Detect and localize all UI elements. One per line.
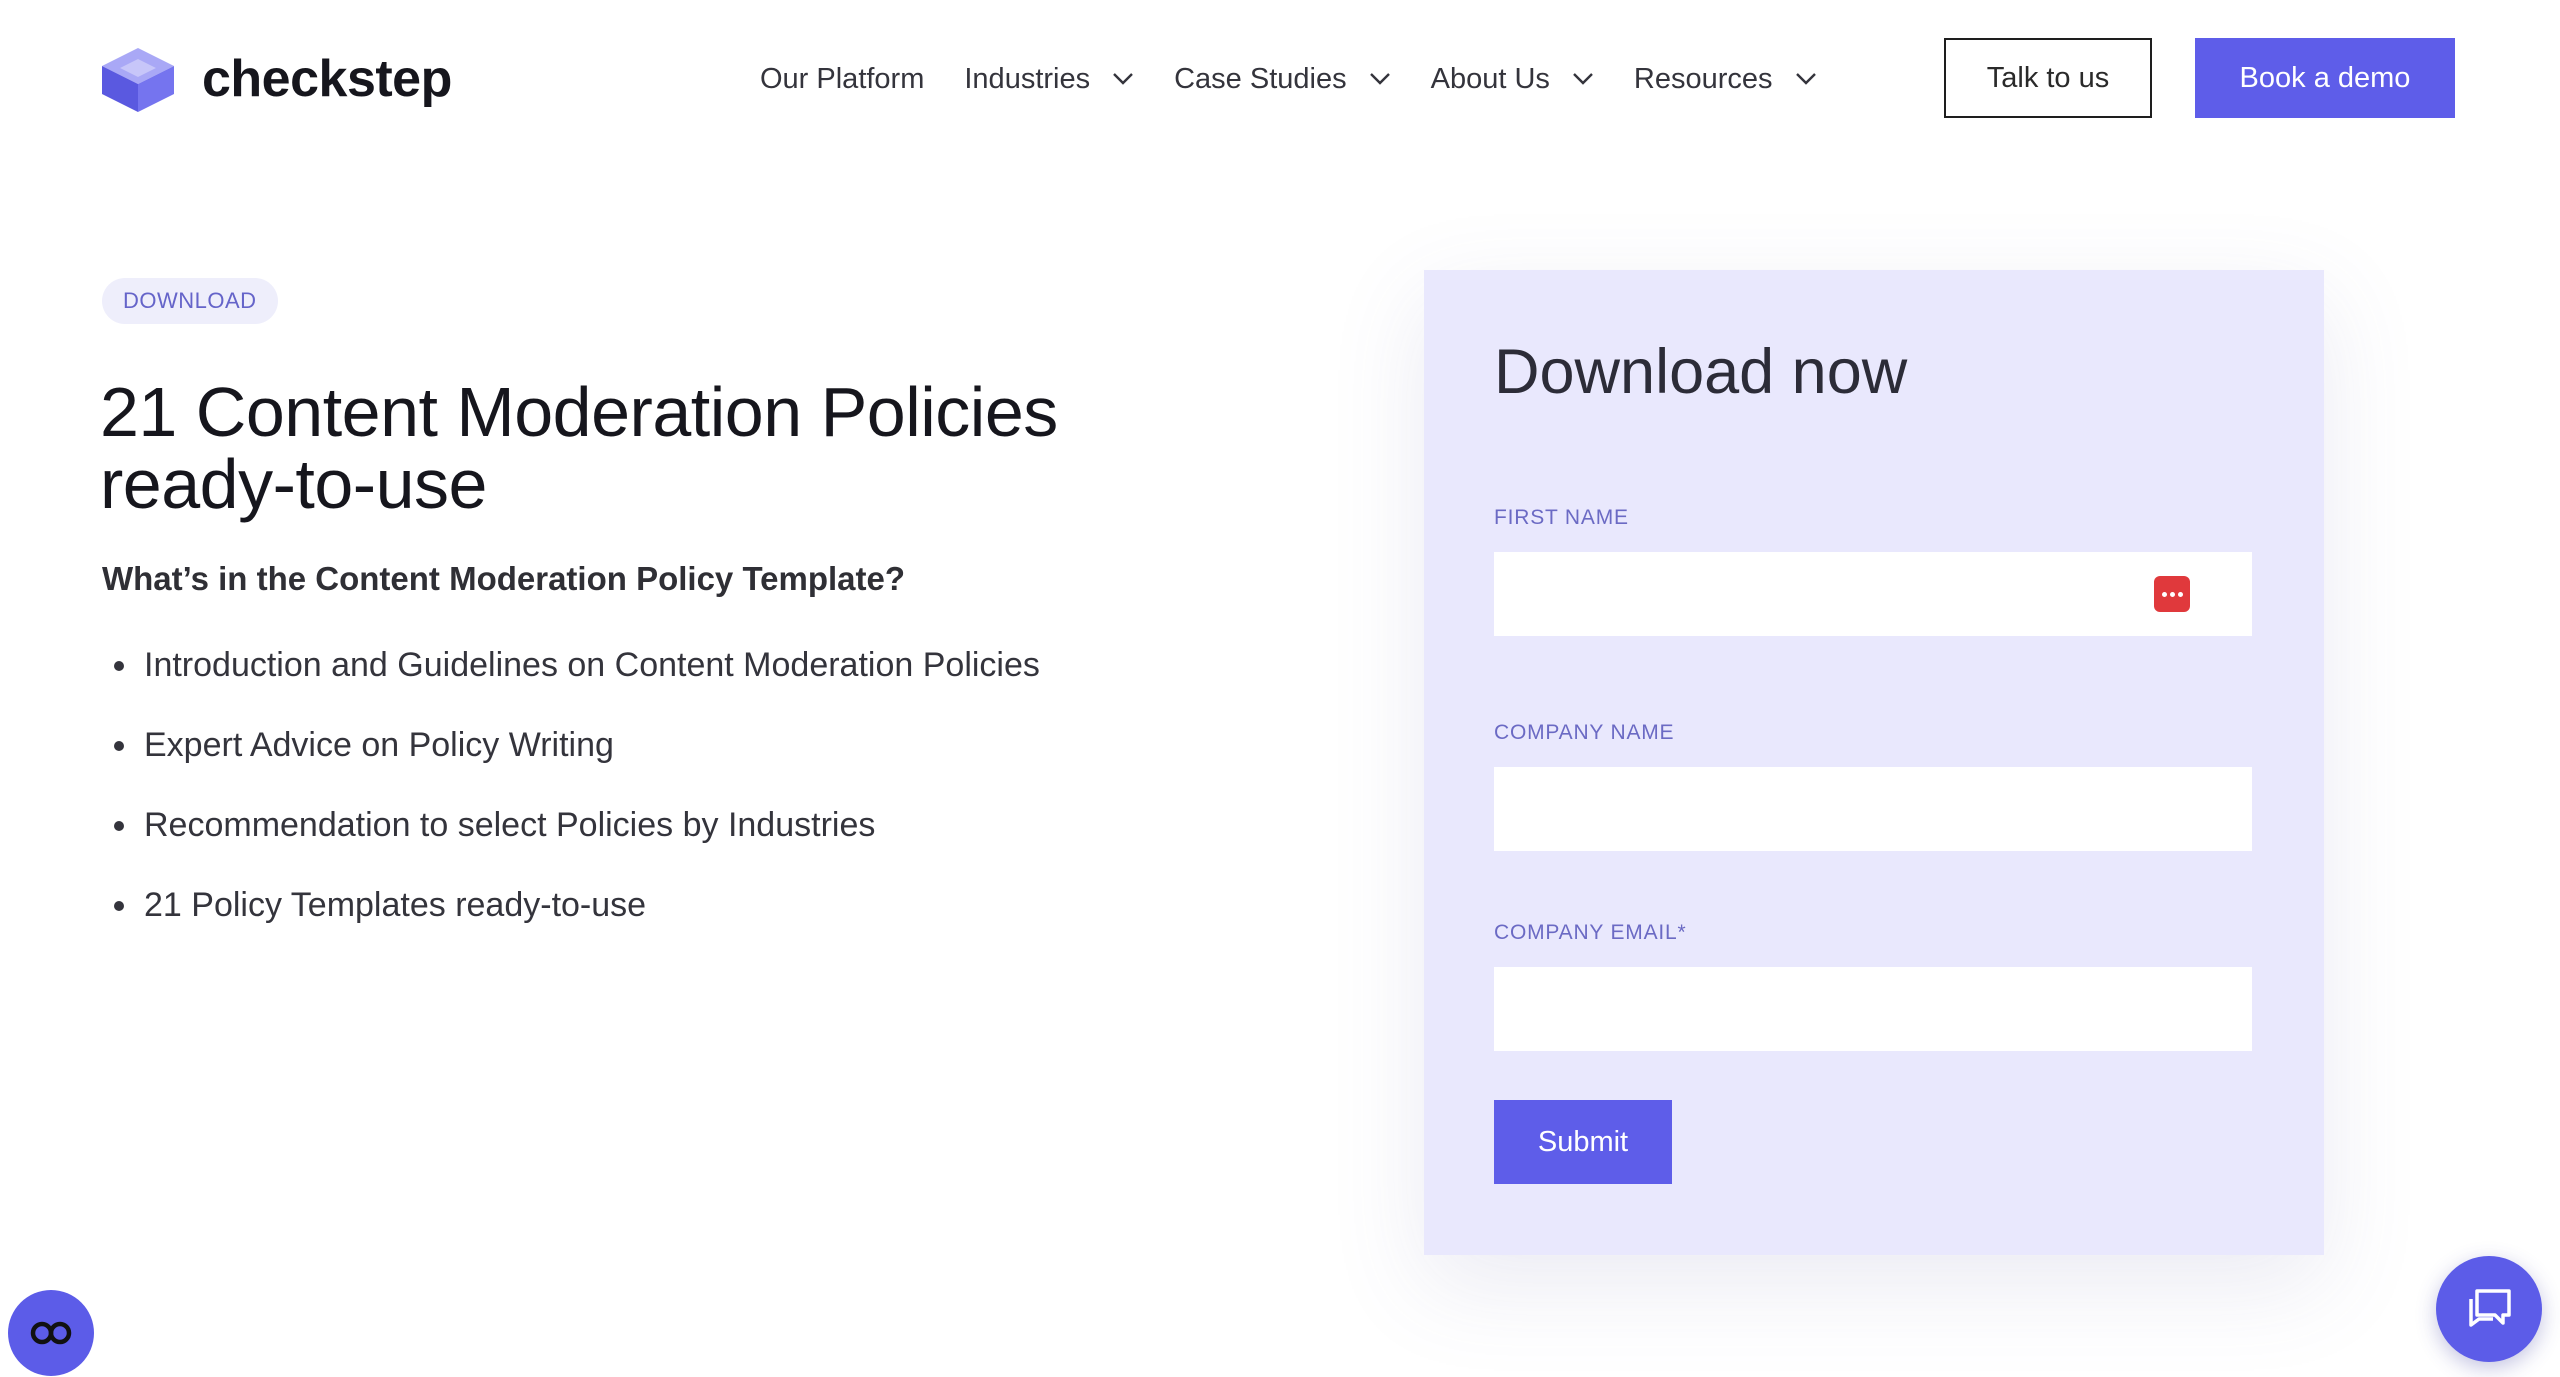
nav-label: Our Platform (760, 62, 925, 95)
submit-button[interactable]: Submit (1494, 1100, 1672, 1184)
chat-button[interactable] (2436, 1256, 2542, 1362)
accessibility-icon (30, 1321, 72, 1345)
checkstep-logo-icon (102, 48, 174, 112)
password-manager-icon[interactable] (2154, 576, 2190, 612)
chevron-down-icon (1369, 73, 1390, 85)
nav-label: Resources (1633, 62, 1773, 95)
accessibility-button[interactable] (8, 1290, 94, 1376)
list-item: Introduction and Guidelines on Content M… (102, 640, 1040, 720)
main-nav: Our Platform Industries Case Studies Abo… (760, 40, 1817, 118)
nav-resources[interactable]: Resources (1634, 63, 1817, 96)
company-name-label: COMPANY NAME (1494, 721, 1675, 744)
company-email-label: COMPANY EMAIL* (1494, 921, 1687, 944)
download-form-card: Download now FIRST NAME COMPANY NAME COM… (1424, 270, 2324, 1255)
chevron-down-icon (1795, 73, 1816, 85)
company-email-input[interactable] (1494, 967, 2252, 1051)
list-item: Recommendation to select Policies by Ind… (102, 800, 1040, 880)
nav-our-platform[interactable]: Our Platform (760, 63, 924, 96)
talk-to-us-button[interactable]: Talk to us (1944, 38, 2152, 118)
brand-name: checkstep (202, 50, 452, 108)
book-a-demo-button[interactable]: Book a demo (2195, 38, 2455, 118)
company-name-input[interactable] (1494, 767, 2252, 851)
chat-icon (2469, 1289, 2511, 1327)
site-header: checkstep Our Platform Industries Case S… (0, 0, 2560, 158)
chevron-down-icon (1113, 73, 1133, 85)
feature-list: Introduction and Guidelines on Content M… (102, 640, 1040, 960)
nav-label: Industries (964, 62, 1091, 95)
list-item: 21 Policy Templates ready-to-use (102, 880, 1040, 960)
download-badge: DOWNLOAD (102, 278, 278, 324)
brand-logo[interactable]: checkstep (100, 44, 452, 114)
nav-case-studies[interactable]: Case Studies (1174, 63, 1391, 96)
chevron-down-icon (1573, 73, 1593, 85)
nav-about-us[interactable]: About Us (1431, 63, 1594, 96)
nav-label: Case Studies (1174, 62, 1347, 95)
first-name-input[interactable] (1494, 552, 2252, 636)
form-title: Download now (1494, 337, 1908, 407)
list-item: Expert Advice on Policy Writing (102, 720, 1040, 800)
page-title: 21 Content Moderation Policies ready-to-… (100, 373, 1058, 523)
section-subtitle: What’s in the Content Moderation Policy … (102, 560, 906, 597)
nav-industries[interactable]: Industries (964, 63, 1134, 96)
nav-label: About Us (1430, 62, 1550, 95)
first-name-label: FIRST NAME (1494, 506, 1629, 529)
